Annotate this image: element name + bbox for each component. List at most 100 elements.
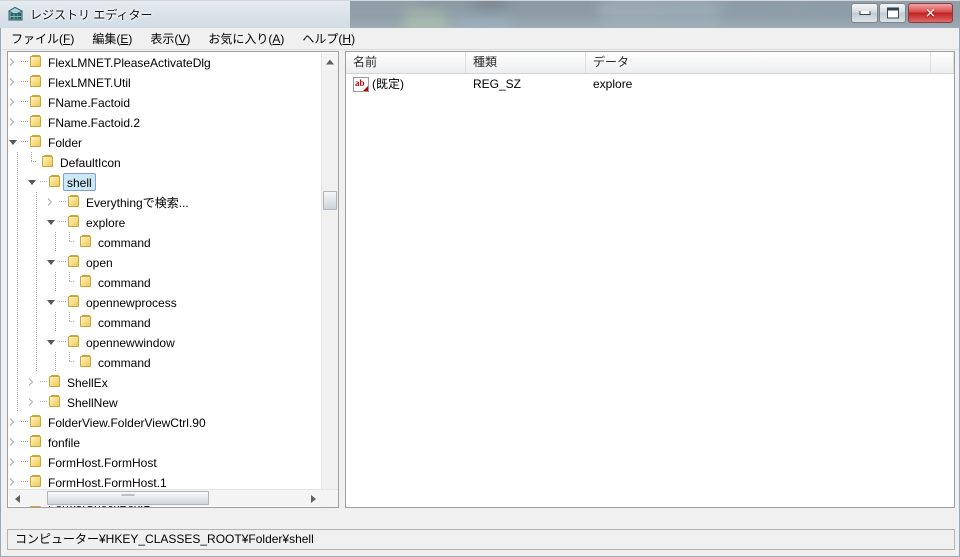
- values-list-row[interactable]: ab (既定) REG_SZ explore: [346, 74, 954, 95]
- maximize-button[interactable]: [879, 3, 906, 23]
- tree-item[interactable]: FName.Factoid.2: [8, 112, 323, 132]
- tree-indent-guide: [27, 232, 46, 252]
- tree-hscroll-thumb[interactable]: [47, 491, 209, 505]
- tree-expand-toggle[interactable]: [46, 192, 59, 212]
- registry-key-tree-pane[interactable]: FlexLMNET.PleaseActivateDlg FlexLMNET.Uti…: [7, 51, 339, 508]
- menu-item-favorites[interactable]: お気に入り(A): [199, 28, 293, 50]
- tree-expand-toggle[interactable]: [8, 92, 21, 112]
- tree-vscroll-track[interactable]: [322, 70, 338, 491]
- triangle-right-inner-icon: [10, 119, 13, 125]
- tree-collapse-toggle[interactable]: [8, 132, 21, 152]
- triangle-down-icon: [28, 180, 36, 185]
- chevron-up-icon: [326, 59, 334, 64]
- values-column-header[interactable]: [931, 52, 954, 73]
- menu-item-file[interactable]: ファイル(F): [2, 28, 83, 50]
- tree-item[interactable]: FormHost.FormHost: [8, 452, 323, 472]
- tree-item[interactable]: FolderView.FolderViewCtrl.90: [8, 412, 323, 432]
- tree-collapse-toggle[interactable]: [46, 212, 59, 232]
- tree-item[interactable]: ShellNew: [8, 392, 323, 412]
- tree-indent-guide: [8, 312, 27, 332]
- registry-values-pane[interactable]: 名前 種類 データ ab (既定) REG_SZ explore: [345, 51, 955, 508]
- tree-item[interactable]: command: [8, 352, 323, 372]
- triangle-down-icon: [47, 340, 55, 345]
- tree-item[interactable]: FlexLMNET.Util: [8, 72, 323, 92]
- tree-indent-guide: [8, 212, 27, 232]
- tree-item[interactable]: fonfile: [8, 432, 323, 452]
- folder-icon-body: [68, 196, 79, 207]
- triangle-right-inner-icon: [10, 79, 13, 85]
- tree-item[interactable]: opennewprocess: [8, 292, 323, 312]
- tree-item[interactable]: Folder: [8, 132, 323, 152]
- registry-key-folder-icon: [28, 412, 44, 432]
- tree-expand-toggle[interactable]: [8, 432, 21, 452]
- tree-item-label: open: [86, 256, 113, 270]
- menu-item-label-close: ): [351, 31, 356, 46]
- menu-item-edit[interactable]: 編集(E): [83, 28, 141, 50]
- registry-key-folder-icon: [28, 452, 44, 472]
- maximize-icon: [886, 7, 899, 19]
- tree-item[interactable]: explore: [8, 212, 323, 232]
- tree-vscroll-thumb[interactable]: [323, 191, 337, 210]
- tree-item[interactable]: open: [8, 252, 323, 272]
- tree-vertical-scrollbar[interactable]: [321, 53, 338, 507]
- registry-key-folder-icon: [78, 312, 94, 332]
- title-bar[interactable]: レジストリ エディター ✕: [0, 0, 960, 28]
- tree-item-label: Folder: [48, 136, 83, 150]
- tree-connector: [21, 112, 28, 132]
- folder-icon-body: [68, 216, 79, 227]
- values-column-header[interactable]: データ: [586, 52, 931, 73]
- values-column-header[interactable]: 種類: [466, 52, 586, 73]
- tree-expand-toggle[interactable]: [8, 52, 21, 72]
- tree-item-label: command: [98, 356, 151, 370]
- tree-item-label: command: [98, 316, 151, 330]
- values-column-header[interactable]: 名前: [346, 52, 466, 73]
- tree-item[interactable]: DefaultIcon: [8, 152, 323, 172]
- tree-item[interactable]: command: [8, 272, 323, 292]
- tree-collapse-toggle[interactable]: [46, 292, 59, 312]
- tree-connector: [40, 372, 47, 392]
- registry-key-tree: FlexLMNET.PleaseActivateDlg FlexLMNET.Uti…: [8, 52, 323, 507]
- tree-item[interactable]: ShellEx: [8, 372, 323, 392]
- values-list-body[interactable]: ab (既定) REG_SZ explore: [346, 74, 954, 507]
- tree-indent-guide: [27, 192, 46, 212]
- tree-expand-toggle[interactable]: [27, 372, 40, 392]
- tree-horizontal-scrollbar[interactable]: [9, 489, 338, 506]
- tree-expand-toggle[interactable]: [8, 72, 21, 92]
- grip-icon: [121, 494, 135, 502]
- string-value-icon-corner: [363, 86, 368, 91]
- folder-icon-body: [42, 156, 53, 167]
- tree-item[interactable]: command: [8, 232, 323, 252]
- tree-item-label: FlexLMNET.Util: [48, 76, 131, 90]
- tree-item-label: FolderView.FolderViewCtrl.90: [48, 416, 206, 430]
- folder-icon-body: [49, 176, 60, 187]
- minimize-button[interactable]: [851, 3, 878, 23]
- menu-item-label: ヘルプ(: [302, 31, 343, 46]
- tree-item[interactable]: FName.Factoid: [8, 92, 323, 112]
- folder-icon-body: [30, 76, 41, 87]
- tree-item[interactable]: opennewwindow: [8, 332, 323, 352]
- tree-expand-toggle[interactable]: [8, 112, 21, 132]
- tree-collapse-toggle[interactable]: [46, 252, 59, 272]
- scroll-up-button[interactable]: [322, 53, 338, 70]
- menu-item-view[interactable]: 表示(V): [141, 28, 199, 50]
- close-button[interactable]: ✕: [908, 3, 953, 23]
- tree-collapse-toggle[interactable]: [27, 172, 40, 192]
- regedit-icon: [7, 6, 24, 23]
- registry-key-folder-icon: [78, 232, 94, 252]
- tree-item[interactable]: FlexLMNET.PleaseActivateDlg: [8, 52, 323, 72]
- menu-item-help[interactable]: ヘルプ(H): [293, 28, 364, 50]
- registry-key-folder-icon: [47, 172, 63, 192]
- tree-item[interactable]: Everythingで検索...: [8, 192, 323, 212]
- tree-expand-toggle[interactable]: [8, 452, 21, 472]
- folder-icon-body: [68, 256, 79, 267]
- scroll-right-button[interactable]: [305, 490, 322, 505]
- tree-item[interactable]: command: [8, 312, 323, 332]
- scroll-left-button[interactable]: [9, 490, 26, 505]
- folder-icon-body: [49, 376, 60, 387]
- tree-expand-toggle[interactable]: [8, 412, 21, 432]
- tree-expand-toggle[interactable]: [27, 392, 40, 412]
- tree-item[interactable]: shell: [8, 172, 323, 192]
- triangle-right-inner-icon: [10, 99, 13, 105]
- menu-item-label: 表示(: [150, 31, 179, 46]
- tree-collapse-toggle[interactable]: [46, 332, 59, 352]
